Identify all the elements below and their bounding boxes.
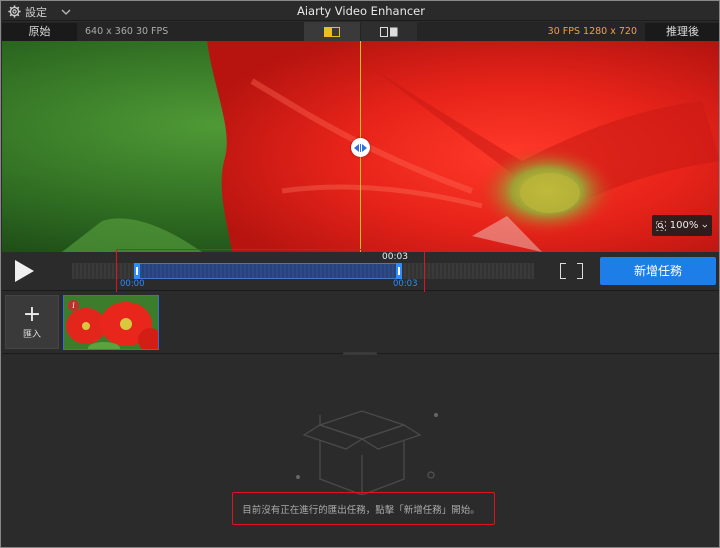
compare-header: 原始 640 x 360 30 FPS 30 FPS 1280 x 720 推理… (2, 22, 719, 41)
arrows-horizontal-icon (354, 143, 367, 152)
import-button[interactable]: + 匯入 (5, 295, 59, 349)
split-view-icon (324, 26, 340, 37)
app-title: Aiarty Video Enhancer (297, 4, 425, 18)
zoom-icon (656, 220, 666, 231)
split-handle[interactable] (351, 138, 370, 157)
app-window: 設定 Aiarty Video Enhancer 原始 640 x 360 30… (0, 0, 720, 548)
enhanced-meta: 30 FPS 1280 x 720 (547, 26, 637, 37)
import-label: 匯入 (22, 329, 41, 340)
title-bar: 設定 Aiarty Video Enhancer (2, 2, 719, 21)
plus-icon: + (22, 301, 42, 327)
original-tab[interactable]: 原始 (2, 23, 77, 41)
mark-out-button[interactable] (577, 263, 583, 279)
highlight-box-message (232, 492, 495, 525)
info-icon[interactable]: i (68, 300, 79, 311)
media-strip: + 匯入 i (2, 292, 719, 354)
side-by-side-icon (380, 26, 398, 37)
zoom-control[interactable]: 100% (652, 215, 712, 236)
original-meta: 640 x 360 30 FPS (85, 26, 169, 37)
zoom-value: 100% (669, 220, 699, 231)
chevron-down-icon (702, 224, 708, 228)
play-icon[interactable] (12, 259, 36, 283)
enhanced-tab[interactable]: 推理後 (645, 23, 719, 41)
empty-box-icon (296, 410, 438, 495)
mark-in-button[interactable] (560, 263, 566, 279)
side-by-side-button[interactable] (361, 22, 417, 41)
video-thumbnail[interactable]: i (63, 295, 159, 350)
video-preview[interactable]: 100% (2, 41, 719, 252)
add-task-button[interactable]: 新增任務 (600, 257, 716, 285)
highlight-box-timeline (116, 249, 425, 294)
split-view-button[interactable] (304, 22, 360, 41)
